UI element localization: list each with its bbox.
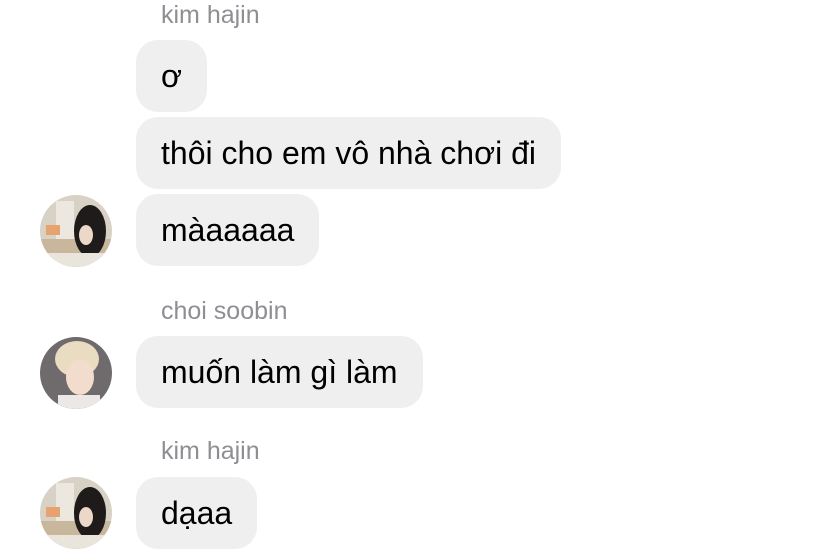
message-bubble[interactable]: ơ (136, 40, 207, 112)
message-text: màaaaaa (161, 211, 295, 248)
message-text: muốn làm gì làm (161, 353, 398, 390)
message-bubble[interactable]: dạaa (136, 477, 258, 549)
message-bubble[interactable]: màaaaaa (136, 194, 320, 266)
message-text: ơ (161, 57, 182, 94)
message-bubble[interactable]: thôi cho em vô nhà chơi đi (136, 117, 561, 189)
sender-name-kim-hajin: kim hajin (161, 1, 260, 29)
message-text: dạaa (161, 494, 233, 531)
profile-photo-icon (40, 477, 112, 549)
avatar-kim-hajin[interactable] (40, 195, 112, 267)
message-text: thôi cho em vô nhà chơi đi (161, 134, 536, 171)
sender-name-choi-soobin: choi soobin (161, 297, 288, 325)
avatar-choi-soobin[interactable] (40, 337, 112, 409)
avatar-kim-hajin[interactable] (40, 477, 112, 549)
message-bubble[interactable]: muốn làm gì làm (136, 336, 423, 408)
profile-photo-icon (40, 195, 112, 267)
profile-photo-icon (40, 337, 112, 409)
sender-name-kim-hajin: kim hajin (161, 437, 260, 465)
